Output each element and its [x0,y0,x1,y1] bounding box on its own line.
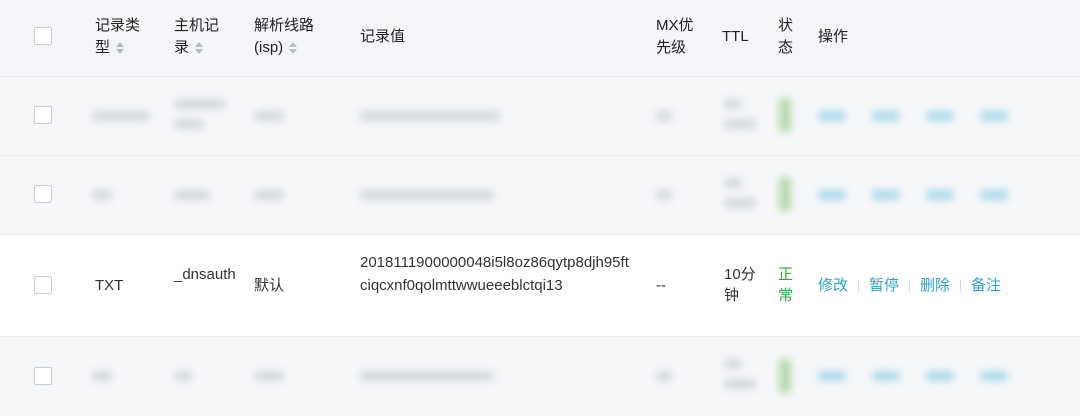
table-row: TXT _dnsauth 默认 2018111900000048i5l8oz86… [0,235,1080,337]
sort-icon[interactable] [289,42,298,55]
select-all-checkbox[interactable] [34,27,52,45]
row-checkbox[interactable] [34,185,52,203]
action-divider [960,280,962,293]
header-status-label: 状态 [778,17,794,56]
header-record-type[interactable]: 记录类型 [95,15,147,59]
table-row-blurred [0,337,1080,416]
cell-ttl: 10分钟 [724,266,756,304]
header-line[interactable]: 解析线路(isp) [254,15,340,59]
header-line-label: 解析线路(isp) [254,17,315,56]
header-mx-priority-label: MX优先级 [656,17,694,56]
row-checkbox[interactable] [34,106,52,124]
sort-icon[interactable] [195,42,204,55]
header-record-value: 记录值 [360,26,405,48]
cell-mx-priority: -- [656,277,666,294]
header-status: 状态 [778,15,794,59]
sort-icon[interactable] [116,42,125,55]
header-ttl: TTL [722,26,749,48]
row-actions: 修改 暂停 删除 备注 [818,275,1001,296]
table-header: 记录类型 主机记录 解析线路(isp) 记录值 MX优先级 TTL 状态 操作 [0,0,1080,77]
cell-record-value: 2018111900000048i5l8oz86qytp8djh95ftciqc… [360,254,629,294]
action-divider [909,280,911,293]
header-host-record[interactable]: 主机记录 [174,15,224,59]
cell-line: 默认 [254,277,285,294]
pause-action[interactable]: 暂停 [869,277,899,294]
header-actions-label: 操作 [818,28,849,45]
header-ttl-label: TTL [722,28,749,45]
header-mx-priority: MX优先级 [656,15,700,59]
note-action[interactable]: 备注 [971,277,1001,294]
header-actions: 操作 [818,26,848,48]
delete-action[interactable]: 删除 [920,277,950,294]
table-row-blurred [0,77,1080,156]
row-checkbox[interactable] [34,367,52,385]
header-record-value-label: 记录值 [360,28,406,45]
cell-record-type: TXT [95,277,124,294]
edit-action[interactable]: 修改 [818,277,848,294]
status-badge: 正常 [778,266,794,304]
table-row-blurred [0,156,1080,235]
cell-host-record: _dnsauth [174,266,236,283]
action-divider [858,280,860,293]
row-checkbox[interactable] [34,276,52,294]
dns-records-table: 记录类型 主机记录 解析线路(isp) 记录值 MX优先级 TTL 状态 操作 [0,0,1080,416]
